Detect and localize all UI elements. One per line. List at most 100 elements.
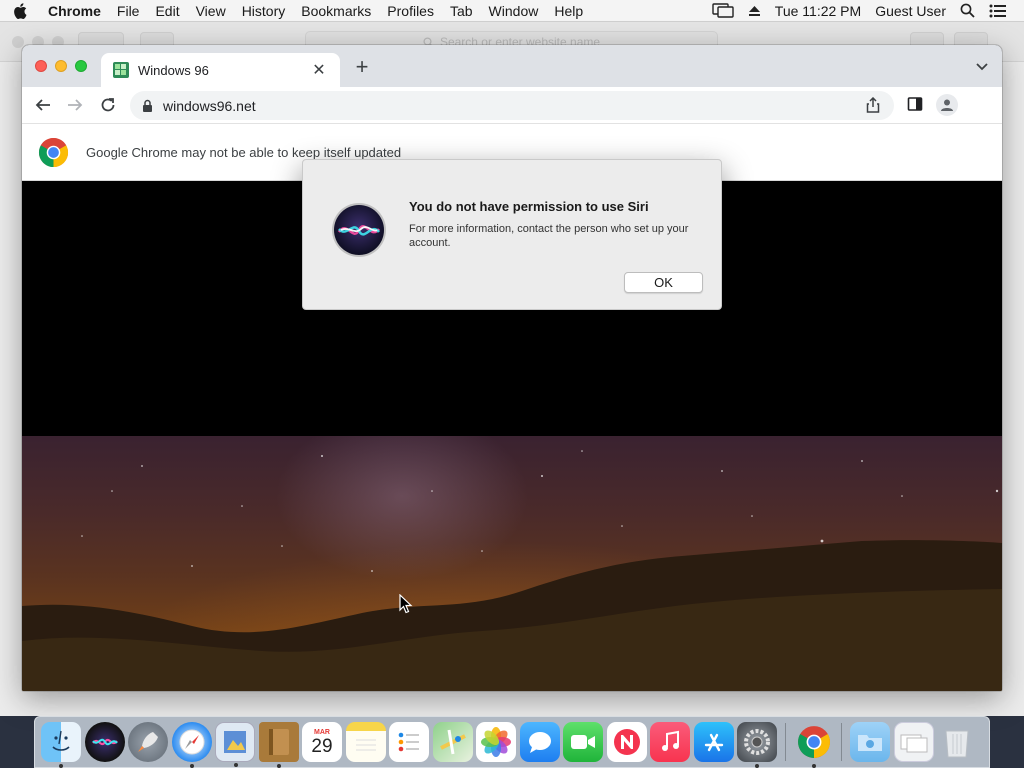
night-sky-image (22, 436, 1002, 691)
dock-system-preferences[interactable] (737, 722, 777, 768)
chrome-window: Windows 96 ✕ + windows96.net Google Chro… (22, 45, 1002, 691)
menu-bar: Chrome File Edit View History Bookmarks … (0, 0, 1024, 22)
dock-preview[interactable] (215, 722, 255, 767)
dock-messages[interactable] (519, 722, 560, 762)
mouse-cursor-icon (399, 593, 413, 619)
screen-mirroring-icon[interactable] (705, 3, 741, 18)
dock-separator (841, 723, 842, 761)
browser-toolbar: windows96.net (22, 87, 1002, 124)
menu-bookmarks[interactable]: Bookmarks (293, 3, 379, 19)
new-tab-plus-icon[interactable]: + (351, 56, 373, 79)
siri-icon (332, 203, 386, 257)
music-note-icon (662, 730, 679, 751)
running-indicator (189, 764, 194, 768)
dock-maps[interactable] (432, 722, 473, 762)
window-close-button[interactable] (35, 60, 47, 72)
dock-notes[interactable] (345, 722, 386, 762)
dock-safari[interactable] (171, 722, 212, 768)
windows96-favicon-icon (113, 62, 129, 78)
messages-bubble-icon (528, 732, 551, 753)
menu-tab[interactable]: Tab (442, 3, 481, 19)
dock-app-store[interactable] (693, 722, 734, 762)
dock-music[interactable] (650, 722, 690, 762)
dock-photos[interactable] (476, 722, 516, 762)
eject-icon[interactable] (741, 5, 768, 17)
siri-dock-icon (91, 738, 118, 746)
folder-icon (858, 735, 882, 751)
running-indicator (755, 764, 759, 768)
user-menu[interactable]: Guest User (868, 3, 953, 19)
dock-siri[interactable] (84, 722, 125, 762)
spotlight-search-icon[interactable] (953, 3, 982, 18)
menu-file[interactable]: File (109, 3, 148, 19)
news-icon (613, 729, 640, 755)
address-bar[interactable]: windows96.net (130, 91, 894, 120)
notebook-icon (268, 729, 289, 755)
finder-icon (52, 730, 70, 751)
dock-chrome[interactable] (794, 722, 834, 768)
dialog-title: You do not have permission to use Siri (409, 199, 649, 214)
menu-edit[interactable]: Edit (147, 3, 187, 19)
side-panel-icon[interactable] (907, 96, 923, 117)
chrome-logo-icon (38, 137, 69, 167)
dock-downloads[interactable] (893, 722, 934, 762)
hills-silhouette (22, 540, 1002, 691)
ok-button[interactable]: OK (624, 272, 703, 293)
tab-title: Windows 96 (138, 62, 209, 78)
notes-icon (355, 739, 376, 751)
siri-permission-dialog: You do not have permission to use Siri F… (302, 159, 722, 310)
tab-strip: Windows 96 ✕ + (22, 45, 1002, 87)
dock-launchpad[interactable] (128, 722, 168, 762)
infobar-message: Google Chrome may not be able to keep it… (86, 144, 402, 160)
apple-menu-icon[interactable] (0, 2, 40, 19)
running-indicator (811, 764, 816, 768)
dock-notebook[interactable] (258, 722, 299, 768)
menu-history[interactable]: History (234, 3, 294, 19)
chrome-dock-icon (797, 726, 830, 758)
dialog-message: For more information, contact the person… (409, 223, 689, 249)
menu-app-name[interactable]: Chrome (40, 3, 109, 19)
app-store-icon (704, 733, 723, 752)
dock-news[interactable] (606, 722, 647, 762)
control-center-icon[interactable] (982, 4, 1014, 18)
forward-arrow-icon[interactable] (66, 96, 84, 114)
running-indicator (234, 763, 238, 767)
menu-help[interactable]: Help (546, 3, 591, 19)
safari-compass-icon (179, 729, 204, 755)
tab-close-icon[interactable]: ✕ (310, 60, 328, 80)
profile-avatar-icon[interactable] (936, 94, 958, 116)
share-icon[interactable] (866, 96, 880, 116)
dock-trash[interactable] (937, 722, 977, 762)
maps-icon (439, 729, 466, 755)
menu-bar-status: Tue 11:22 PM Guest User (705, 3, 1024, 19)
dock-folder[interactable] (850, 722, 890, 762)
photos-flower-icon (481, 727, 511, 757)
menu-profiles[interactable]: Profiles (379, 3, 442, 19)
running-indicator (59, 764, 63, 768)
window-zoom-button[interactable] (75, 60, 87, 72)
menu-window[interactable]: Window (481, 3, 547, 19)
menu-view[interactable]: View (188, 3, 234, 19)
tab-windows96[interactable]: Windows 96 ✕ (101, 53, 340, 87)
running-indicator (276, 764, 281, 768)
gear-icon (744, 729, 770, 755)
dock-reminders[interactable] (389, 722, 429, 762)
tab-search-chevron-icon[interactable] (974, 58, 990, 74)
dock-calendar[interactable]: MAR 29 (302, 722, 342, 762)
reload-icon[interactable] (99, 96, 117, 114)
dock: MAR 29 (34, 716, 990, 768)
launchpad-rocket-icon (138, 732, 158, 752)
dock-separator (784, 723, 786, 761)
preview-photo-icon (224, 731, 246, 753)
trash-icon (945, 730, 969, 758)
facetime-camera-icon (571, 735, 595, 749)
clock[interactable]: Tue 11:22 PM (768, 3, 868, 19)
dock-facetime[interactable] (563, 722, 603, 762)
address-bar-url: windows96.net (163, 97, 256, 114)
window-minimize-button[interactable] (55, 60, 67, 72)
dock-finder[interactable] (41, 722, 81, 768)
downloads-stack-icon (900, 734, 927, 753)
reminders-list-icon (398, 732, 419, 752)
back-arrow-icon[interactable] (34, 96, 52, 114)
lock-icon[interactable] (142, 99, 153, 113)
